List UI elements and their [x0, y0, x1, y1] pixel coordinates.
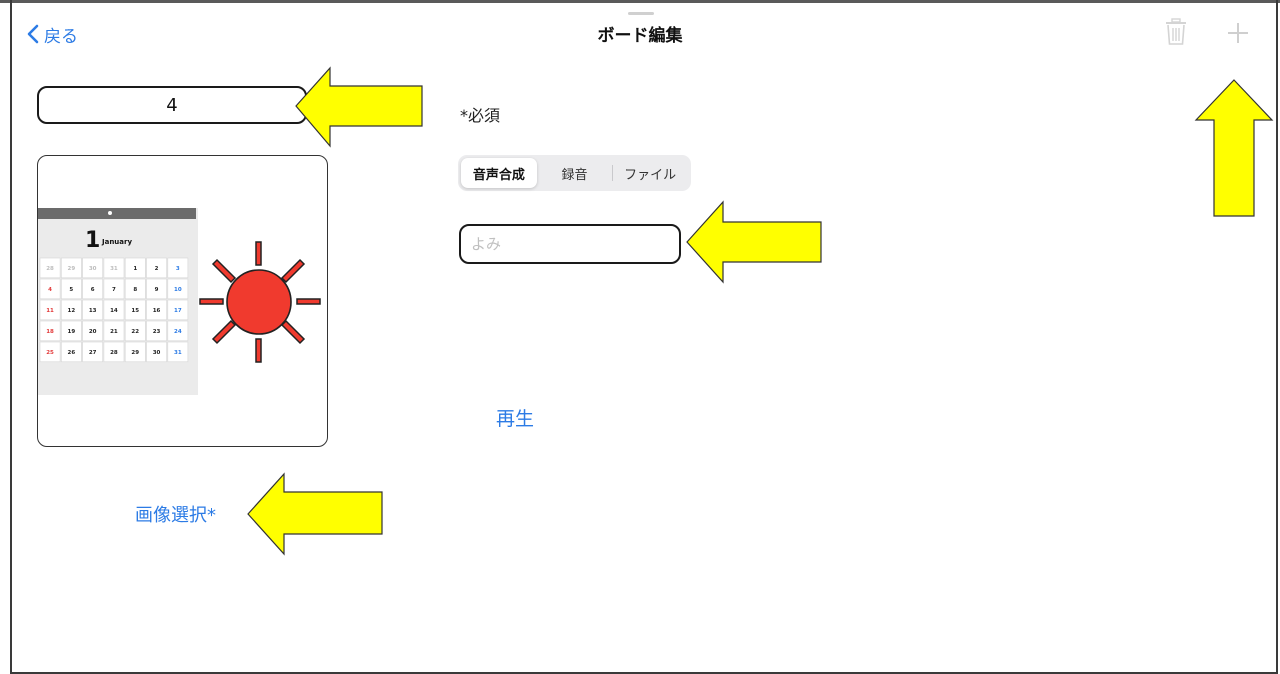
- required-label: *必須: [460, 106, 501, 125]
- calendar-date: 23: [153, 329, 161, 335]
- calendar-date: 26: [68, 350, 76, 356]
- calendar-date: 30: [153, 350, 161, 356]
- annotation-arrow-name-field: [295, 66, 423, 148]
- calendar-date: 22: [131, 329, 139, 335]
- calendar-date: 20: [89, 329, 97, 335]
- calendar-date: 28: [110, 350, 118, 356]
- calendar-date: 31: [174, 350, 182, 356]
- calendar-month: January: [101, 238, 132, 246]
- sheet-grabber: [628, 12, 654, 15]
- calendar-date: 7: [112, 287, 116, 293]
- calendar-date: 16: [153, 308, 161, 314]
- segment-speech-synthesis[interactable]: 音声合成: [461, 158, 537, 188]
- calendar-date: 9: [155, 287, 159, 293]
- plus-icon[interactable]: [1226, 21, 1250, 49]
- calendar-date: 27: [89, 350, 97, 356]
- reading-input[interactable]: [459, 224, 681, 264]
- calendar-date: 1: [133, 266, 137, 272]
- calendar-date: 14: [110, 308, 118, 314]
- calendar-sun-illustration: 1 January28 29 30 31 1 2 34 5 6 7 8 9 1011 12 13 14 15 16 1…: [38, 208, 321, 395]
- calendar-date: 3: [176, 266, 180, 272]
- play-button[interactable]: 再生: [496, 404, 534, 431]
- calendar-date: 13: [89, 308, 97, 314]
- calendar-date: 18: [46, 329, 54, 335]
- select-image-button[interactable]: 画像選択*: [135, 501, 216, 527]
- calendar-date: 29: [68, 266, 76, 272]
- annotation-arrow-reading-input: [686, 200, 822, 284]
- annotation-arrow-select-image: [247, 472, 383, 556]
- trash-icon[interactable]: [1164, 18, 1188, 50]
- calendar-date: 24: [174, 329, 182, 335]
- calendar-day: 1: [85, 228, 100, 253]
- calendar-date: 17: [174, 308, 182, 314]
- card-image: 1 January 28 29 30 31 1 2 3 4 5 6 7 8 9 10 11 12 13 14 15 16 1…: [37, 155, 328, 447]
- calendar-date: 12: [68, 308, 76, 314]
- calendar-date: 25: [46, 350, 54, 356]
- calendar-date: 19: [68, 329, 76, 335]
- name-value: 4: [166, 94, 178, 116]
- calendar-date: 11: [46, 308, 54, 314]
- segment-file[interactable]: ファイル: [612, 158, 688, 188]
- calendar-date: 29: [131, 350, 139, 356]
- calendar-date: 15: [131, 308, 139, 314]
- sun-shape: [226, 269, 292, 335]
- calendar-date: 2: [155, 266, 159, 272]
- calendar-date: 5: [69, 287, 73, 293]
- calendar-date: 30: [89, 266, 97, 272]
- calendar-date: 8: [133, 287, 137, 293]
- calendar-date: 21: [110, 329, 118, 335]
- name-field[interactable]: 4: [37, 86, 307, 124]
- calendar-date: 31: [110, 266, 118, 272]
- calendar-date: 28: [46, 266, 54, 272]
- page-title: ボード編集: [597, 26, 683, 46]
- calendar-date: 6: [91, 287, 95, 293]
- calendar-date: 10: [174, 287, 182, 293]
- calendar-date: 4: [48, 287, 52, 293]
- segment-recording[interactable]: 録音: [537, 158, 613, 188]
- audio-source-segmented-control[interactable]: 音声合成 録音 ファイル: [458, 155, 691, 191]
- annotation-arrow-plus: [1194, 79, 1274, 217]
